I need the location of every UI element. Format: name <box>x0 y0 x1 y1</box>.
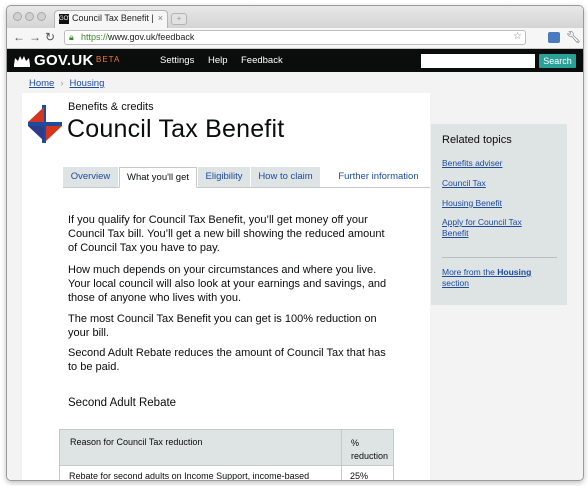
close-window-button[interactable] <box>13 12 22 21</box>
department-logo-icon <box>28 105 62 143</box>
browser-tabstrip: GOV Council Tax Benefit | Housi × + <box>7 6 583 28</box>
govuk-header: GOV.UK BETA Settings Help Feedback Searc… <box>7 49 583 72</box>
back-icon[interactable]: ← <box>13 30 25 44</box>
paragraph: The most Council Tax Benefit you can get… <box>68 313 377 339</box>
favicon-icon: GOV <box>59 14 73 24</box>
browser-tab[interactable]: GOV Council Tax Benefit | Housi × <box>54 10 168 28</box>
main-content: Benefits & credits Council Tax Benefit O… <box>22 93 430 480</box>
new-tab-button[interactable]: + <box>171 13 187 25</box>
related-topics: Related topics Benefits adviser Council … <box>431 124 567 305</box>
maximize-window-button[interactable] <box>37 12 46 21</box>
page-title: Council Tax Benefit <box>67 115 285 143</box>
tab-how-to-claim[interactable]: How to claim <box>251 167 320 187</box>
section-heading: Second Adult Rebate <box>68 397 177 409</box>
table-cell-reason: Rebate for second adults on Income Suppo… <box>69 471 310 480</box>
breadcrumb-housing[interactable]: Housing <box>70 78 105 89</box>
tab-what-youll-get[interactable]: What you'll get <box>119 167 197 188</box>
page-viewport: GOV.UK BETA Settings Help Feedback Searc… <box>7 49 583 480</box>
tab-eligibility[interactable]: Eligibility <box>198 167 250 187</box>
wrench-icon[interactable]: 🔧︎ <box>566 30 581 44</box>
search-input[interactable] <box>421 54 535 68</box>
paragraph: How much depends on your circumstances a… <box>68 264 387 304</box>
related-topics-heading: Related topics <box>442 134 512 146</box>
reload-icon[interactable]: ↻ <box>45 30 55 44</box>
related-link-more-housing[interactable]: More from the Housing section <box>442 267 560 289</box>
breadcrumb-home[interactable]: Home <box>29 78 54 89</box>
tab-close-icon[interactable]: × <box>158 13 163 23</box>
browser-window: GOV Council Tax Benefit | Housi × + ← → … <box>6 5 584 481</box>
divider <box>442 257 557 258</box>
address-bar[interactable]: 🔒︎ https://www.gov.uk/feedback ☆ <box>64 30 526 45</box>
tab-overview[interactable]: Overview <box>63 167 118 187</box>
extension-icon[interactable] <box>548 32 560 43</box>
browser-toolbar: ← → ↻ 🔒︎ https://www.gov.uk/feedback ☆ 🔧… <box>7 28 583 49</box>
breadcrumb: Home › Housing <box>29 78 104 89</box>
crown-icon <box>14 56 30 67</box>
table-header: Reason for Council Tax reduction % reduc… <box>59 429 394 466</box>
table-header-reduction: % reduction <box>351 438 389 461</box>
url-text: https://www.gov.uk/feedback <box>81 32 195 42</box>
breadcrumb-separator-icon: › <box>60 78 64 89</box>
nav-feedback[interactable]: Feedback <box>241 55 283 66</box>
related-link-apply[interactable]: Apply for Council Tax Benefit <box>442 217 537 239</box>
related-link-benefits-adviser[interactable]: Benefits adviser <box>442 158 560 169</box>
table-cell-reduction: 25% <box>350 471 369 480</box>
lock-icon: 🔒︎ <box>69 32 74 42</box>
related-link-council-tax[interactable]: Council Tax <box>442 178 560 189</box>
page-supertitle: Benefits & credits <box>68 101 154 113</box>
search-button[interactable]: Search <box>539 54 576 68</box>
bookmark-star-icon[interactable]: ☆ <box>513 31 522 42</box>
paragraph: Second Adult Rebate reduces the amount o… <box>68 347 386 373</box>
paragraph: If you qualify for Council Tax Benefit, … <box>68 214 385 254</box>
govuk-logo[interactable]: GOV.UK <box>34 52 94 69</box>
nav-settings[interactable]: Settings <box>160 55 194 66</box>
content-tabs: Overview What you'll get Eligibility How… <box>63 167 430 188</box>
table-header-reason: Reason for Council Tax reduction <box>70 437 203 447</box>
minimize-window-button[interactable] <box>25 12 34 21</box>
related-link-housing-benefit[interactable]: Housing Benefit <box>442 198 560 209</box>
table-column-divider <box>341 429 342 480</box>
nav-help[interactable]: Help <box>208 55 228 66</box>
tab-further-information[interactable]: Further information <box>327 167 430 187</box>
beta-badge: BETA <box>96 55 121 64</box>
forward-icon[interactable]: → <box>29 30 41 44</box>
tab-title: Council Tax Benefit | Housi <box>72 13 156 23</box>
